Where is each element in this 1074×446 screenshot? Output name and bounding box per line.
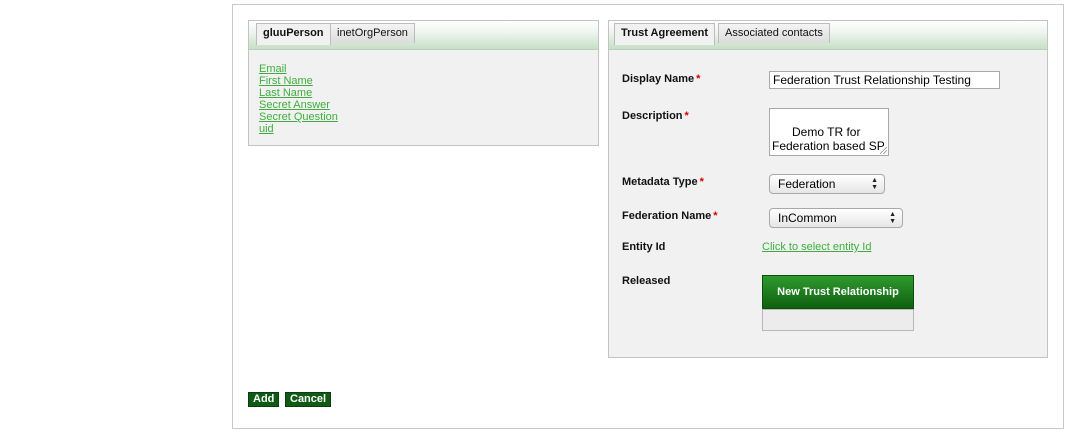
attribute-link-last-name[interactable]: Last Name <box>259 87 338 99</box>
tab-trust-agreement[interactable]: Trust Agreement <box>614 23 716 45</box>
trust-tabbar: Trust Agreement Associated contacts <box>609 21 1047 50</box>
federation-name-value: InCommon <box>778 211 837 225</box>
display-name-field[interactable]: Federation Trust Relationship Testing <box>769 71 1000 89</box>
description-text: Demo TR for Federation based SP <box>772 125 885 153</box>
attribute-link-uid[interactable]: uid <box>259 123 338 135</box>
form-container: gluuPerson inetOrgPerson Email First Nam… <box>232 4 1064 429</box>
tab-associated-contacts[interactable]: Associated contacts <box>718 23 830 43</box>
attributes-tabbar: gluuPerson inetOrgPerson <box>249 21 598 50</box>
attribute-link-first-name[interactable]: First Name <box>259 75 338 87</box>
attribute-link-email[interactable]: Email <box>259 63 338 75</box>
required-marker: * <box>713 210 718 222</box>
released-list <box>762 309 914 331</box>
required-marker: * <box>684 110 689 122</box>
attribute-list: Email First Name Last Name Secret Answer… <box>259 63 338 135</box>
attribute-link-secret-question[interactable]: Secret Question <box>259 111 338 123</box>
description-field[interactable]: Demo TR for Federation based SP <box>769 108 889 156</box>
attributes-panel: gluuPerson inetOrgPerson Email First Nam… <box>248 20 599 146</box>
display-name-label: Display Name * <box>622 73 701 85</box>
federation-name-select[interactable]: InCommon ▲ ▼ <box>769 208 903 228</box>
new-trust-relationship-button[interactable]: New Trust Relationship <box>762 275 914 309</box>
entity-id-label: Entity Id <box>622 241 666 253</box>
select-entity-id-link[interactable]: Click to select entity Id <box>762 241 871 253</box>
add-button[interactable]: Add <box>248 392 280 407</box>
federation-name-label: Federation Name * <box>622 210 718 222</box>
tab-gluuperson[interactable]: gluuPerson <box>256 23 331 45</box>
metadata-type-label: Metadata Type * <box>622 176 704 188</box>
required-marker: * <box>699 176 704 188</box>
released-label: Released <box>622 275 671 287</box>
required-marker: * <box>696 73 701 85</box>
resize-grip-icon[interactable] <box>880 147 887 154</box>
metadata-type-value: Federation <box>778 177 836 191</box>
select-arrows-icon: ▲ ▼ <box>889 211 896 225</box>
attribute-link-secret-answer[interactable]: Secret Answer <box>259 99 338 111</box>
select-arrows-icon: ▲ ▼ <box>871 177 878 191</box>
metadata-type-select[interactable]: Federation ▲ ▼ <box>769 174 885 194</box>
tab-inetorgperson[interactable]: inetOrgPerson <box>330 23 415 43</box>
cancel-button[interactable]: Cancel <box>285 392 332 407</box>
trust-agreement-panel: Trust Agreement Associated contacts Disp… <box>608 20 1048 358</box>
description-label: Description * <box>622 110 689 122</box>
